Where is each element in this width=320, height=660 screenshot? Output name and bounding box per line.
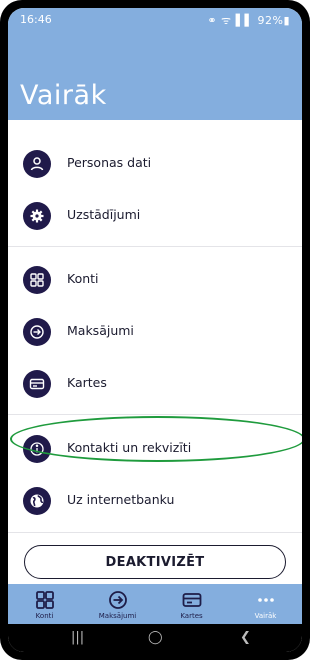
status-bar: 16:46 ⚭ ᯤ ▌▌ 92%▮	[8, 8, 302, 30]
card-icon	[182, 593, 202, 607]
payment-arrow-icon	[109, 591, 127, 609]
page-title: Vairāk	[20, 80, 107, 111]
person-icon	[23, 150, 51, 178]
system-nav-bar: ||| ◯ ❮	[8, 624, 302, 652]
gear-icon	[23, 202, 51, 230]
tab-konti[interactable]: Konti	[8, 584, 81, 624]
home-icon[interactable]: ◯	[148, 630, 163, 645]
menu-item-uzstadijumi[interactable]: Uzstādījumi	[8, 190, 302, 242]
divider	[8, 414, 302, 415]
menu-item-konti[interactable]: Konti	[8, 254, 302, 306]
tab-label: Maksājumi	[98, 612, 137, 620]
menu-item-label: Maksājumi	[67, 323, 134, 338]
deactivate-button[interactable]: DEAKTIVIZĒT	[24, 545, 286, 579]
payment-arrow-icon	[23, 318, 51, 346]
divider	[8, 246, 302, 247]
menu-item-kartes[interactable]: Kartes	[8, 358, 302, 410]
header: 16:46 ⚭ ᯤ ▌▌ 92%▮ Vairāk	[8, 8, 302, 120]
status-time: 16:46	[20, 13, 52, 26]
menu-item-label: Uzstādījumi	[67, 207, 141, 222]
tab-vairak[interactable]: Vairāk	[229, 584, 302, 624]
divider	[8, 532, 302, 533]
menu-item-label: Konti	[67, 271, 99, 286]
recent-apps-icon[interactable]: |||	[71, 630, 84, 645]
tab-label: Kartes	[180, 612, 203, 620]
phone-frame: 16:46 ⚭ ᯤ ▌▌ 92%▮ Vairāk Personas dati U…	[0, 0, 310, 660]
bottom-tab-bar: Konti Maksājumi Kartes Vairāk	[8, 584, 302, 624]
tab-kartes[interactable]: Kartes	[155, 584, 228, 624]
menu-item-label: Personas dati	[67, 155, 152, 170]
deactivate-button-label: DEAKTIVIZĒT	[105, 555, 205, 570]
accounts-grid-icon	[36, 591, 54, 609]
more-dots-icon	[258, 598, 274, 602]
tab-maksajumi[interactable]: Maksājumi	[81, 584, 154, 624]
tab-label: Vairāk	[254, 612, 277, 620]
card-icon	[23, 370, 51, 398]
accounts-grid-icon	[23, 266, 51, 294]
app-screen: 16:46 ⚭ ᯤ ▌▌ 92%▮ Vairāk Personas dati U…	[8, 8, 302, 652]
menu-item-uz-internetbanku[interactable]: Uz internetbanku	[8, 475, 302, 527]
status-icons: ⚭ ᯤ ▌▌ 92%▮	[207, 14, 290, 27]
menu-item-label: Uz internetbanku	[67, 492, 175, 507]
menu-item-personas-dati[interactable]: Personas dati	[8, 138, 302, 190]
highlight-ellipse	[10, 416, 302, 462]
globe-icon	[23, 487, 51, 515]
tab-label: Konti	[35, 612, 54, 620]
menu-item-label: Kartes	[67, 375, 107, 390]
menu-item-maksajumi[interactable]: Maksājumi	[8, 306, 302, 358]
back-icon[interactable]: ❮	[240, 630, 251, 645]
